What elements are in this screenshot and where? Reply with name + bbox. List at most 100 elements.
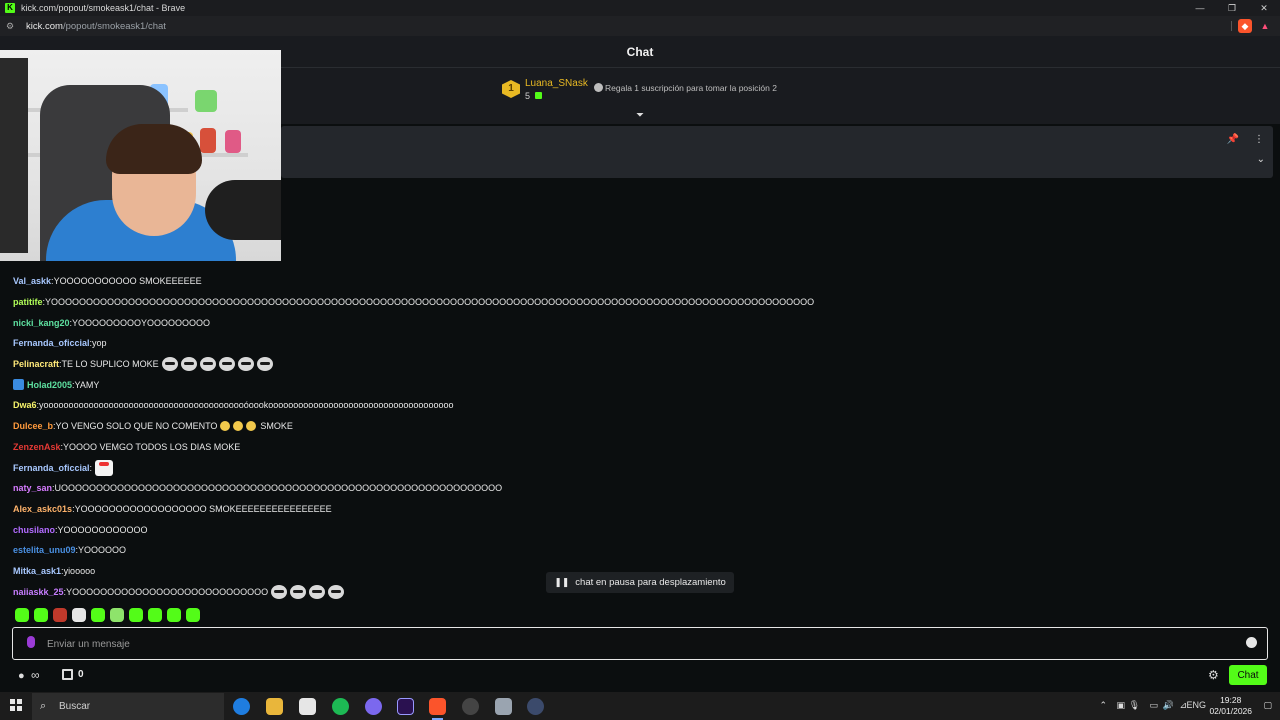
emote-icon[interactable] [53, 608, 67, 622]
gift-info-icon [594, 83, 603, 92]
message-input-box[interactable] [12, 627, 1268, 660]
tray-app-icon[interactable]: ▣ [1116, 700, 1125, 711]
emote-icon[interactable] [110, 608, 124, 622]
webcam-overlay [0, 50, 281, 261]
top-gifter-name[interactable]: Luana_SNask [525, 78, 588, 89]
channel-points-icon[interactable]: ● [18, 670, 25, 682]
chat-message[interactable]: naty_san: UOOOOOOOOOOOOOOOOOOOOOOOOOOOOO… [13, 478, 1253, 499]
file-explorer-icon[interactable] [266, 698, 283, 715]
chat-username[interactable]: Fernanda_oficcial [13, 336, 90, 350]
top-gifter-count: 5 [525, 91, 531, 101]
url-text[interactable]: kick.com/popout/smokeask1/chat [26, 21, 166, 32]
chat-username[interactable]: Dwa6 [13, 398, 37, 412]
emote-icon [180, 357, 197, 372]
chat-username[interactable]: naty_san [13, 481, 52, 495]
brave-rewards-icon[interactable]: ▲ [1258, 19, 1272, 33]
chat-username[interactable]: naiiaskk_25 [13, 585, 64, 599]
chat-message-text: yooooooooooooooooooooooooooooooooooooooo… [39, 400, 454, 411]
chat-message[interactable]: Fernanda_oficcial: [13, 457, 1253, 478]
chat-message[interactable]: Fernanda_oficcial: yop [13, 333, 1253, 354]
more-options-icon[interactable]: ⋮ [1254, 134, 1264, 145]
webcam-person-hair [106, 124, 202, 174]
address-bar[interactable]: ⚙ kick.com/popout/smokeask1/chat ◆ ▲ [0, 16, 1280, 36]
obs-app-icon[interactable] [462, 698, 479, 715]
gift-sub-icon [535, 92, 542, 99]
emote-icon[interactable] [167, 608, 181, 622]
emote-icon[interactable] [91, 608, 105, 622]
chat-username[interactable]: ZenzenAsk [13, 440, 61, 454]
message-input[interactable] [47, 634, 1227, 654]
emote-icon[interactable] [15, 608, 29, 622]
webcam-figure [225, 130, 241, 153]
app-arrow-icon[interactable] [527, 698, 544, 715]
emote-icon[interactable] [129, 608, 143, 622]
emote-icon[interactable] [34, 608, 48, 622]
chat-username[interactable]: Fernanda_oficcial [13, 461, 90, 475]
webcam-figure [200, 128, 216, 153]
chat-message-list[interactable]: Val_askk: YOOOOOOOOOOO SMOKEEEEEE patitif… [13, 271, 1253, 602]
site-info-icon[interactable]: ⚙ [6, 21, 16, 32]
chat-message[interactable]: Dwa6: yooooooooooooooooooooooooooooooooo… [13, 395, 1253, 416]
brave-shields-icon[interactable]: ◆ [1238, 19, 1252, 33]
windows-taskbar: ⌕ Buscar ⌃ ▣ 🎙 ▭ 🔊 ⊿ ENG 19:28 02/01/202… [0, 692, 1280, 720]
chat-message[interactable]: Pelinacraft: TE LO SUPLICO MOKE [13, 354, 1253, 375]
emote-icon[interactable] [148, 608, 162, 622]
pin-icon[interactable]: 📌 [1227, 134, 1239, 145]
emote-icon[interactable] [186, 608, 200, 622]
send-chat-button[interactable]: Chat [1229, 665, 1267, 685]
chat-username[interactable]: estelita_unu09 [13, 543, 76, 557]
chat-username[interactable]: chusilano [13, 523, 55, 537]
messenger-app-icon[interactable] [365, 698, 382, 715]
webcam-figure [195, 90, 217, 112]
taskbar-clock[interactable]: 19:28 02/01/2026 [1209, 695, 1252, 717]
app-window-icon[interactable] [495, 698, 512, 715]
emote-icon[interactable] [72, 608, 86, 622]
chat-message-text: YOOOOOOOOOOOOOOOOOOOOOOOOOOOO [66, 586, 269, 597]
microphone-icon[interactable] [27, 636, 35, 648]
language-indicator[interactable]: ENG [1186, 700, 1206, 710]
close-button[interactable]: ✕ [1248, 0, 1280, 16]
emoji-picker-icon[interactable] [1246, 637, 1257, 648]
chat-username[interactable]: Mitka_ask1 [13, 564, 61, 578]
chat-message[interactable]: ZenzenAsk: YOOOO VEMGO TODOS LOS DIAS MO… [13, 437, 1253, 458]
settings-gear-icon[interactable]: ⚙ [1208, 668, 1219, 682]
chat-username[interactable]: patitife [13, 295, 43, 309]
chat-message[interactable]: Alex_askc01s: YOOOOOOOOOOOOOOOOOO SMOKEE… [13, 499, 1253, 520]
tray-overflow-icon[interactable]: ⌃ [1099, 700, 1107, 711]
edge-app-icon[interactable] [233, 698, 250, 715]
notifications-icon[interactable]: ▢ [1263, 700, 1272, 711]
brave-app-icon[interactable] [429, 698, 446, 720]
chat-message[interactable]: estelita_unu09: YOOOOOO [13, 540, 1253, 561]
search-icon: ⌕ [40, 700, 47, 712]
chat-username[interactable]: Dulcee_b [13, 419, 53, 433]
chat-username[interactable]: Pelinacraft [13, 357, 59, 371]
restore-button[interactable]: ❐ [1216, 0, 1248, 16]
chat-username[interactable]: nicki_kang20 [13, 316, 70, 330]
chat-message[interactable]: Holad2005: YAMY [13, 374, 1253, 395]
chat-message[interactable]: chusilano: YOOOOOOOOOOOO [13, 519, 1253, 540]
chat-message[interactable]: patitife: YOOOOOOOOOOOOOOOOOOOOOOOOOOOOO… [13, 292, 1253, 313]
chat-message[interactable]: Dulcee_b: YO VENGO SOLO QUE NO COMENTO SM… [13, 416, 1253, 437]
chat-paused-notice[interactable]: ❚❚ chat en pausa para desplazamiento [546, 572, 734, 593]
taskbar-search[interactable]: ⌕ Buscar [32, 693, 224, 720]
store-app-icon[interactable] [299, 698, 316, 715]
chat-username[interactable]: Holad2005 [27, 378, 72, 392]
chat-username[interactable]: Val_askk [13, 274, 51, 288]
minimize-button[interactable]: — [1184, 0, 1216, 16]
chat-message[interactable]: Val_askk: YOOOOOOOOOOO SMOKEEEEEE [13, 271, 1253, 292]
chat-message[interactable]: nicki_kang20: YOOOOOOOOOYOOOOOOOOO [13, 312, 1253, 333]
chat-username[interactable]: Alex_askc01s [13, 502, 72, 516]
chat-bottom-controls: ● ∞ 0 ⚙ Chat [0, 662, 1280, 692]
gift-icon[interactable] [62, 669, 73, 680]
tray-volume-icon[interactable]: 🔊 [1163, 700, 1174, 711]
emote-icon [290, 584, 307, 599]
chevron-down-icon[interactable]: ⌄ [1257, 154, 1265, 165]
premiere-app-icon[interactable] [397, 698, 414, 715]
gift-cta-text[interactable]: Regala 1 suscripción para tomar la posic… [605, 83, 777, 93]
windows-start-icon[interactable] [10, 699, 22, 711]
spotify-app-icon[interactable] [332, 698, 349, 715]
collapse-leaderboard-icon[interactable]: ⏷ [634, 110, 646, 121]
tray-mic-icon[interactable]: 🎙 [1129, 700, 1140, 711]
chat-message-text: YOOOOOOOOOYOOOOOOOOO [72, 317, 211, 328]
tray-network-icon[interactable]: ▭ [1149, 700, 1158, 711]
